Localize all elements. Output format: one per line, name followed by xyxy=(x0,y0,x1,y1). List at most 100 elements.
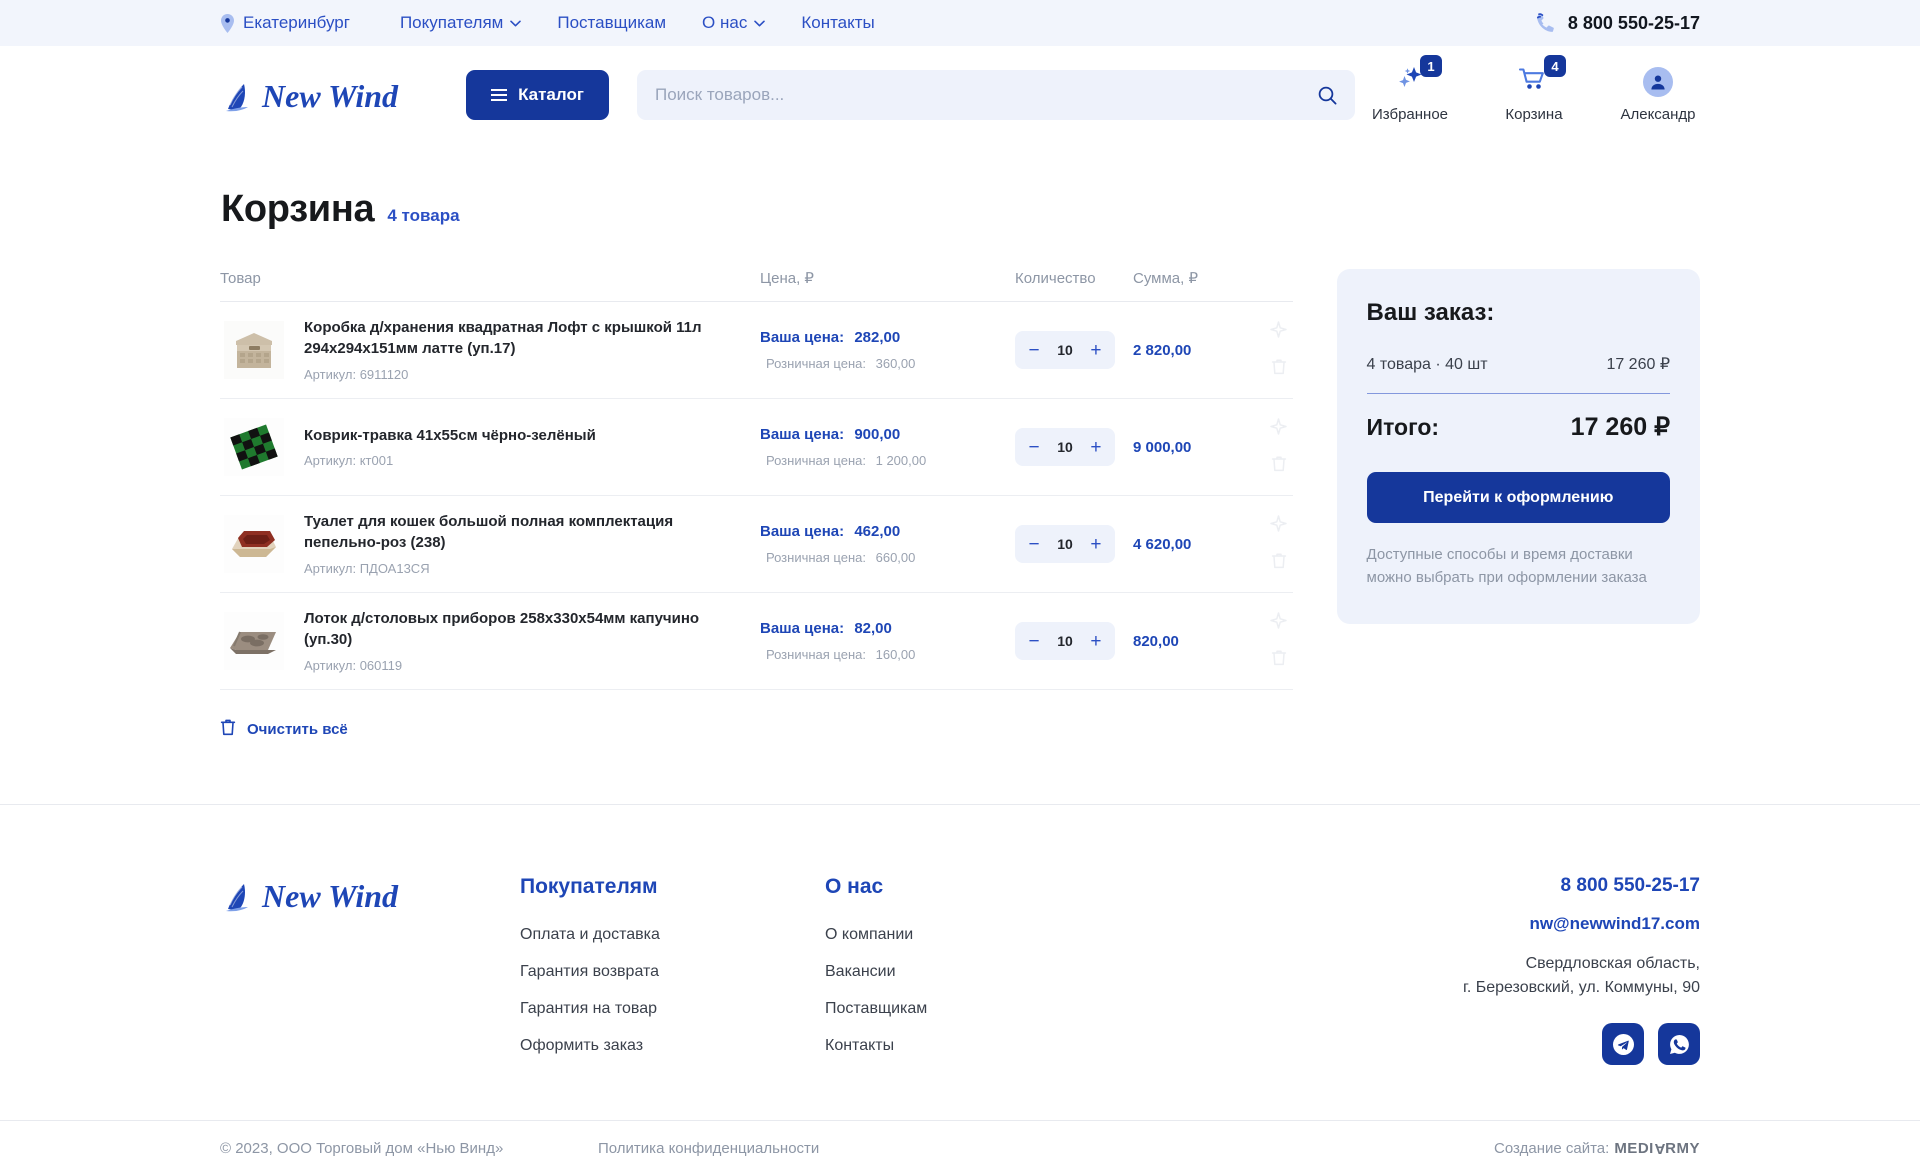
sku-value: ПДОА13СЯ xyxy=(359,560,430,576)
qty-value[interactable]: 10 xyxy=(1057,536,1073,552)
sku-label: Артикул: xyxy=(304,657,357,673)
qty-value[interactable]: 10 xyxy=(1057,633,1073,649)
cart-button[interactable]: 4 Корзина xyxy=(1492,55,1576,123)
remove-item-icon[interactable] xyxy=(1271,358,1287,380)
retail-price: Розничная цена: 160,00 xyxy=(760,647,1015,662)
product-name[interactable]: Коробка д/хранения квадратная Лофт с кры… xyxy=(304,318,704,359)
search-input[interactable] xyxy=(655,85,1318,105)
made-by-label: Создание сайта: xyxy=(1494,1140,1610,1157)
product-name[interactable]: Туалет для кошек большой полная комплект… xyxy=(304,512,704,553)
qty-decrease-button[interactable]: − xyxy=(1026,337,1042,363)
chevron-down-icon xyxy=(754,20,766,27)
your-price-value: 462,00 xyxy=(854,523,901,540)
main-content: Корзина 4 товара Товар Цена, ₽ Количеств… xyxy=(0,144,1920,741)
city-selector[interactable]: Екатеринбург xyxy=(220,13,350,33)
footer-link-place-order[interactable]: Оформить заказ xyxy=(520,1037,825,1055)
favorites-badge: 1 xyxy=(1420,55,1442,77)
sku-value: 6911120 xyxy=(359,366,409,382)
qty-increase-button[interactable]: + xyxy=(1088,434,1104,460)
remove-item-icon[interactable] xyxy=(1271,552,1287,574)
your-price: Ваша цена: 282,00 xyxy=(760,329,1015,346)
retail-price: Розничная цена: 660,00 xyxy=(760,550,1015,565)
telegram-icon[interactable] xyxy=(1602,1023,1644,1065)
checkout-button[interactable]: Перейти к оформлению xyxy=(1366,472,1670,523)
order-summary-panel: Ваш заказ: 4 товара · 40 шт 17 260 ₽ Ито… xyxy=(1336,269,1700,741)
topnav-item-suppliers[interactable]: Поставщикам xyxy=(557,13,666,33)
remove-item-icon[interactable] xyxy=(1271,455,1287,477)
qty-increase-button[interactable]: + xyxy=(1088,531,1104,557)
footer-email[interactable]: nw@newwind17.com xyxy=(1463,914,1700,934)
sku-label: Артикул: xyxy=(304,560,357,576)
topnav-item-buyers[interactable]: Покупателям xyxy=(400,13,522,33)
product-sku: Артикул: 6911120 xyxy=(304,367,760,382)
qty-decrease-button[interactable]: − xyxy=(1026,434,1042,460)
your-price-value: 900,00 xyxy=(854,426,901,443)
retail-price-label: Розничная цена: xyxy=(766,550,866,565)
your-price-label: Ваша цена: xyxy=(760,426,845,443)
product-thumbnail[interactable] xyxy=(220,510,288,578)
footer-link-vacancies[interactable]: Вакансии xyxy=(825,963,1130,981)
product-thumbnail[interactable] xyxy=(220,607,288,675)
catalog-button[interactable]: Каталог xyxy=(466,70,609,120)
topnav-item-contacts[interactable]: Контакты xyxy=(801,13,874,33)
row-sum: 4 620,00 xyxy=(1133,535,1192,553)
made-by-brand[interactable]: MEDIARMY xyxy=(1614,1140,1700,1157)
favorites-label: Избранное xyxy=(1371,106,1449,123)
privacy-policy-link[interactable]: Политика конфиденциальности xyxy=(598,1140,819,1157)
footer-link-return-guarantee[interactable]: Гарантия возврата xyxy=(520,963,825,981)
topbar: Екатеринбург Покупателям Поставщикам О н… xyxy=(0,0,1920,46)
account-button[interactable]: Александр xyxy=(1616,67,1700,123)
add-to-favorites-icon[interactable] xyxy=(1269,611,1287,634)
footer-link-product-guarantee[interactable]: Гарантия на товар xyxy=(520,1000,825,1018)
search-icon[interactable] xyxy=(1318,86,1337,105)
cart-label: Корзина xyxy=(1505,106,1563,123)
product-name[interactable]: Лоток д/столовых приборов 258х330х54мм к… xyxy=(304,609,704,650)
chevron-down-icon xyxy=(510,20,522,27)
retail-price-value: 660,00 xyxy=(875,550,916,565)
whatsapp-icon[interactable] xyxy=(1658,1023,1700,1065)
retail-price-label: Розничная цена: xyxy=(766,453,866,468)
footer-phone[interactable]: 8 800 550-25-17 xyxy=(1463,875,1700,897)
footer-link-suppliers[interactable]: Поставщикам xyxy=(825,1000,1130,1018)
sku-label: Артикул: xyxy=(304,453,357,469)
clear-cart-button[interactable]: Очистить всё xyxy=(220,718,348,740)
remove-item-icon[interactable] xyxy=(1271,649,1287,671)
burger-menu-icon xyxy=(491,89,508,101)
add-to-favorites-icon[interactable] xyxy=(1269,417,1287,440)
qty-value[interactable]: 10 xyxy=(1057,439,1073,455)
cart-table-header: Товар Цена, ₽ Количество Сумма, ₽ xyxy=(220,269,1293,302)
footer-link-payment-delivery[interactable]: Оплата и доставка xyxy=(520,926,825,944)
site-logo[interactable]: New Wind xyxy=(220,75,438,115)
qty-decrease-button[interactable]: − xyxy=(1026,628,1042,654)
made-by: Создание сайта: MEDIARMY xyxy=(1494,1140,1700,1157)
your-price-label: Ваша цена: xyxy=(760,329,845,346)
logo-sailboat-icon: New Wind xyxy=(226,878,399,914)
table-row: Лоток д/столовых приборов 258х330х54мм к… xyxy=(220,593,1293,690)
product-thumbnail[interactable] xyxy=(220,413,288,481)
footer-logo[interactable]: New Wind xyxy=(220,875,520,1065)
topnav-label: О нас xyxy=(702,13,748,32)
product-name[interactable]: Коврик-травка 41х55см чёрно-зелёный xyxy=(304,426,704,447)
add-to-favorites-icon[interactable] xyxy=(1269,320,1287,343)
your-price-value: 282,00 xyxy=(854,329,901,346)
clear-cart-label: Очистить всё xyxy=(247,720,348,738)
header-actions: 1 Избранное 4 Корзина Александр xyxy=(1368,55,1700,123)
trash-icon xyxy=(220,718,236,740)
footer-link-about-company[interactable]: О компании xyxy=(825,926,1130,944)
row-sum: 2 820,00 xyxy=(1133,341,1192,359)
product-thumbnail[interactable] xyxy=(220,316,288,384)
logo-sailboat-icon: New Wind xyxy=(226,78,399,114)
qty-increase-button[interactable]: + xyxy=(1088,337,1104,363)
cart-table: Товар Цена, ₽ Количество Сумма, ₽ Коробк… xyxy=(220,269,1293,741)
qty-decrease-button[interactable]: − xyxy=(1026,531,1042,557)
qty-value[interactable]: 10 xyxy=(1057,342,1073,358)
add-to-favorites-icon[interactable] xyxy=(1269,514,1287,537)
qty-increase-button[interactable]: + xyxy=(1088,628,1104,654)
topbar-phone[interactable]: 8 800 550-25-17 xyxy=(1536,13,1700,34)
favorites-button[interactable]: 1 Избранное xyxy=(1368,55,1452,123)
topnav-item-about[interactable]: О нас xyxy=(702,13,766,33)
your-price-label: Ваша цена: xyxy=(760,620,845,637)
order-total-label: Итого: xyxy=(1366,414,1440,440)
footer-link-contacts[interactable]: Контакты xyxy=(825,1037,1130,1055)
table-row: Туалет для кошек большой полная комплект… xyxy=(220,496,1293,593)
